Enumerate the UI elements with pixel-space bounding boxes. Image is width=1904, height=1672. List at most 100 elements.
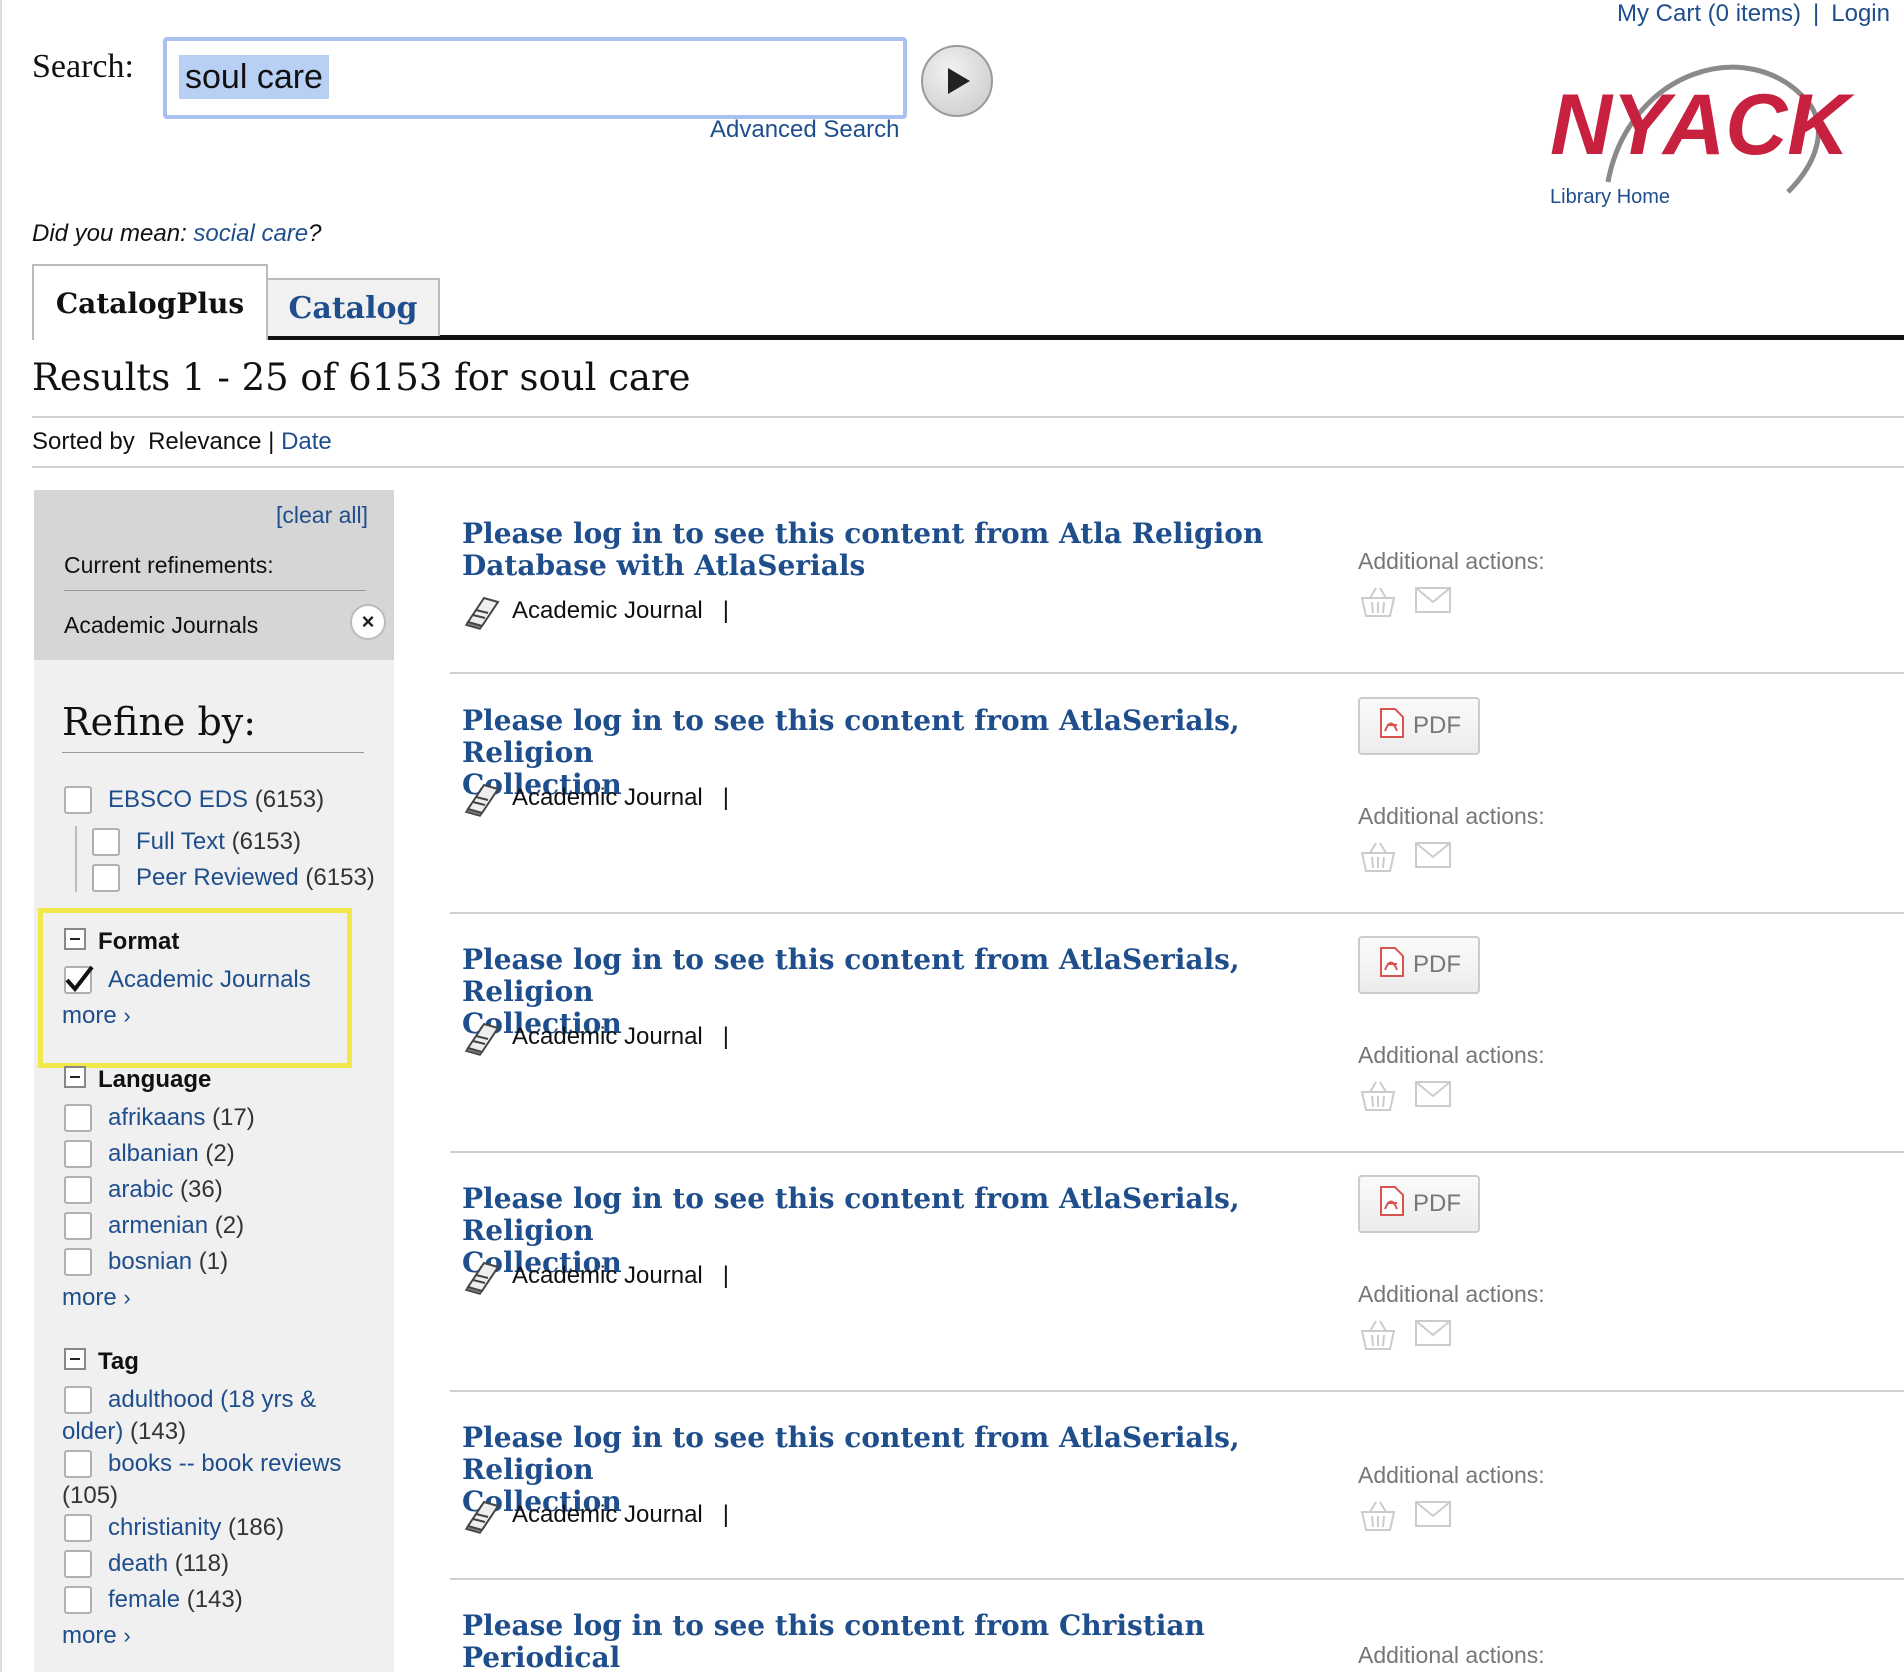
collapse-icon[interactable]: [64, 1348, 86, 1370]
tag-checkbox[interactable]: [64, 1514, 92, 1542]
play-icon: [948, 68, 970, 94]
academic-journals-checkbox[interactable]: [64, 965, 94, 994]
tag-checkbox[interactable]: [64, 1550, 92, 1578]
facet-name: Full Text: [136, 828, 225, 855]
result-format: Academic Journal |: [462, 1257, 729, 1295]
close-icon[interactable]: ×: [350, 604, 386, 640]
tab-catalog[interactable]: Catalog: [266, 278, 440, 336]
pdf-full-text-button[interactable]: PDF: [1358, 697, 1480, 755]
additional-actions-label: Additional actions:: [1358, 1462, 1545, 1488]
language-checkbox[interactable]: [64, 1176, 92, 1204]
tag-more-link[interactable]: more ›: [62, 1622, 131, 1650]
cart-basket-icon[interactable]: [1358, 586, 1398, 623]
facet-tag-item[interactable]: adulthood (18 yrs &: [108, 1386, 316, 1414]
cart-basket-icon[interactable]: [1358, 841, 1398, 878]
pdf-full-text-button[interactable]: PDF: [1358, 936, 1480, 994]
result-title[interactable]: Please log in to see this content from C…: [462, 1610, 1322, 1672]
facet-language-item[interactable]: albanian (2): [108, 1140, 235, 1168]
pdf-full-text-button[interactable]: PDF: [1358, 1175, 1480, 1233]
clear-all-link[interactable]: [clear all]: [276, 502, 368, 529]
facet-ebsco-eds[interactable]: EBSCO EDS (6153): [108, 786, 324, 814]
facet-tag-item[interactable]: books -- book reviews: [108, 1450, 341, 1478]
sort-date-link[interactable]: Date: [281, 428, 332, 455]
email-icon[interactable]: [1414, 841, 1452, 878]
journal-icon: [462, 592, 502, 630]
journal-icon: [462, 779, 502, 817]
library-home-link[interactable]: Library Home: [1550, 186, 1670, 209]
language-checkbox[interactable]: [64, 1140, 92, 1168]
facet-name: EBSCO EDS: [108, 786, 249, 813]
additional-actions-label: Additional actions:: [1358, 548, 1545, 574]
did-you-mean-suffix: ?: [308, 220, 322, 247]
did-you-mean-prefix: Did you mean:: [32, 220, 194, 247]
results-heading: Results 1 - 25 of 6153 for soul care: [32, 356, 691, 399]
advanced-search-link[interactable]: Advanced Search: [710, 116, 899, 144]
cart-basket-icon[interactable]: [1358, 1319, 1398, 1356]
language-heading: Language: [98, 1066, 212, 1093]
facet-full-text[interactable]: Full Text (6153): [136, 828, 301, 856]
chevron-right-icon: ›: [123, 1003, 131, 1028]
facet-language-item[interactable]: arabic (36): [108, 1176, 223, 1204]
my-cart-link[interactable]: My Cart (0 items): [1617, 0, 1801, 27]
facet-count: (105): [62, 1482, 119, 1509]
result-format-label: Academic Journal: [512, 1023, 703, 1050]
search-input-wrapper[interactable]: soul care: [163, 37, 907, 119]
search-go-button[interactable]: [921, 45, 993, 117]
result-format-label: Academic Journal: [512, 1501, 703, 1528]
facet-tag-item[interactable]: female (143): [108, 1586, 243, 1614]
result-title-line: Please log in to see this content from A…: [462, 1182, 1240, 1247]
format-more-link[interactable]: more ›: [62, 1002, 131, 1030]
facet-tag-item[interactable]: death (118): [108, 1550, 229, 1578]
facet-count: (6153): [305, 864, 375, 891]
tab-catalogplus[interactable]: CatalogPlus: [32, 264, 268, 340]
search-input[interactable]: soul care: [179, 55, 329, 99]
email-icon[interactable]: [1414, 586, 1452, 623]
cart-basket-icon[interactable]: [1358, 1500, 1398, 1537]
facet-tag-item-cont[interactable]: older) (143): [62, 1418, 186, 1446]
result-divider: [450, 1390, 1904, 1392]
result-format-label: Academic Journal: [512, 597, 703, 624]
facet-name: books -- book reviews: [108, 1450, 342, 1477]
facet-name: older): [62, 1418, 124, 1445]
chevron-right-icon: ›: [123, 1623, 131, 1648]
cart-basket-icon[interactable]: [1358, 1080, 1398, 1117]
facet-language-item[interactable]: afrikaans (17): [108, 1104, 255, 1132]
language-checkbox[interactable]: [64, 1248, 92, 1276]
collapse-icon[interactable]: [64, 1066, 86, 1088]
language-checkbox[interactable]: [64, 1212, 92, 1240]
did-you-mean-suggestion[interactable]: social care: [193, 220, 308, 247]
result-format-label: Academic Journal: [512, 784, 703, 811]
facet-language-item[interactable]: bosnian (1): [108, 1248, 228, 1276]
more-label: more: [62, 1002, 117, 1029]
result-title-line: Please log in to see this content from A…: [462, 517, 1264, 550]
ebsco-eds-checkbox[interactable]: [64, 786, 92, 814]
tag-checkbox[interactable]: [64, 1450, 92, 1478]
facet-count: (2): [214, 1212, 245, 1239]
facet-tag-item[interactable]: christianity (186): [108, 1514, 284, 1542]
facet-name: armenian: [108, 1212, 209, 1239]
result-format: Academic Journal |: [462, 1018, 729, 1056]
peer-reviewed-checkbox[interactable]: [92, 864, 120, 892]
collapse-icon[interactable]: [64, 928, 86, 950]
email-icon[interactable]: [1414, 1500, 1452, 1537]
email-icon[interactable]: [1414, 1080, 1452, 1117]
email-icon[interactable]: [1414, 1319, 1452, 1356]
sort-bar: Sorted by Relevance | Date: [32, 428, 332, 456]
sort-separator: |: [268, 428, 275, 455]
tree-connector: [75, 826, 77, 892]
tag-checkbox[interactable]: [64, 1386, 92, 1414]
divider: [62, 752, 364, 753]
result-title[interactable]: Please log in to see this content from A…: [462, 518, 1322, 582]
facet-name: Academic Journals: [108, 966, 311, 993]
facet-language-item[interactable]: armenian (2): [108, 1212, 244, 1240]
result-title-line: Please log in to see this content from A…: [462, 704, 1240, 769]
language-more-link[interactable]: more ›: [62, 1284, 131, 1312]
facet-academic-journals[interactable]: Academic Journals: [108, 966, 311, 994]
login-link[interactable]: Login: [1831, 0, 1890, 27]
full-text-checkbox[interactable]: [92, 828, 120, 856]
language-checkbox[interactable]: [64, 1104, 92, 1132]
pdf-icon: [1377, 946, 1405, 985]
tag-checkbox[interactable]: [64, 1586, 92, 1614]
facet-peer-reviewed[interactable]: Peer Reviewed (6153): [136, 864, 375, 892]
nyack-logo[interactable]: NYACK: [1548, 42, 1898, 202]
